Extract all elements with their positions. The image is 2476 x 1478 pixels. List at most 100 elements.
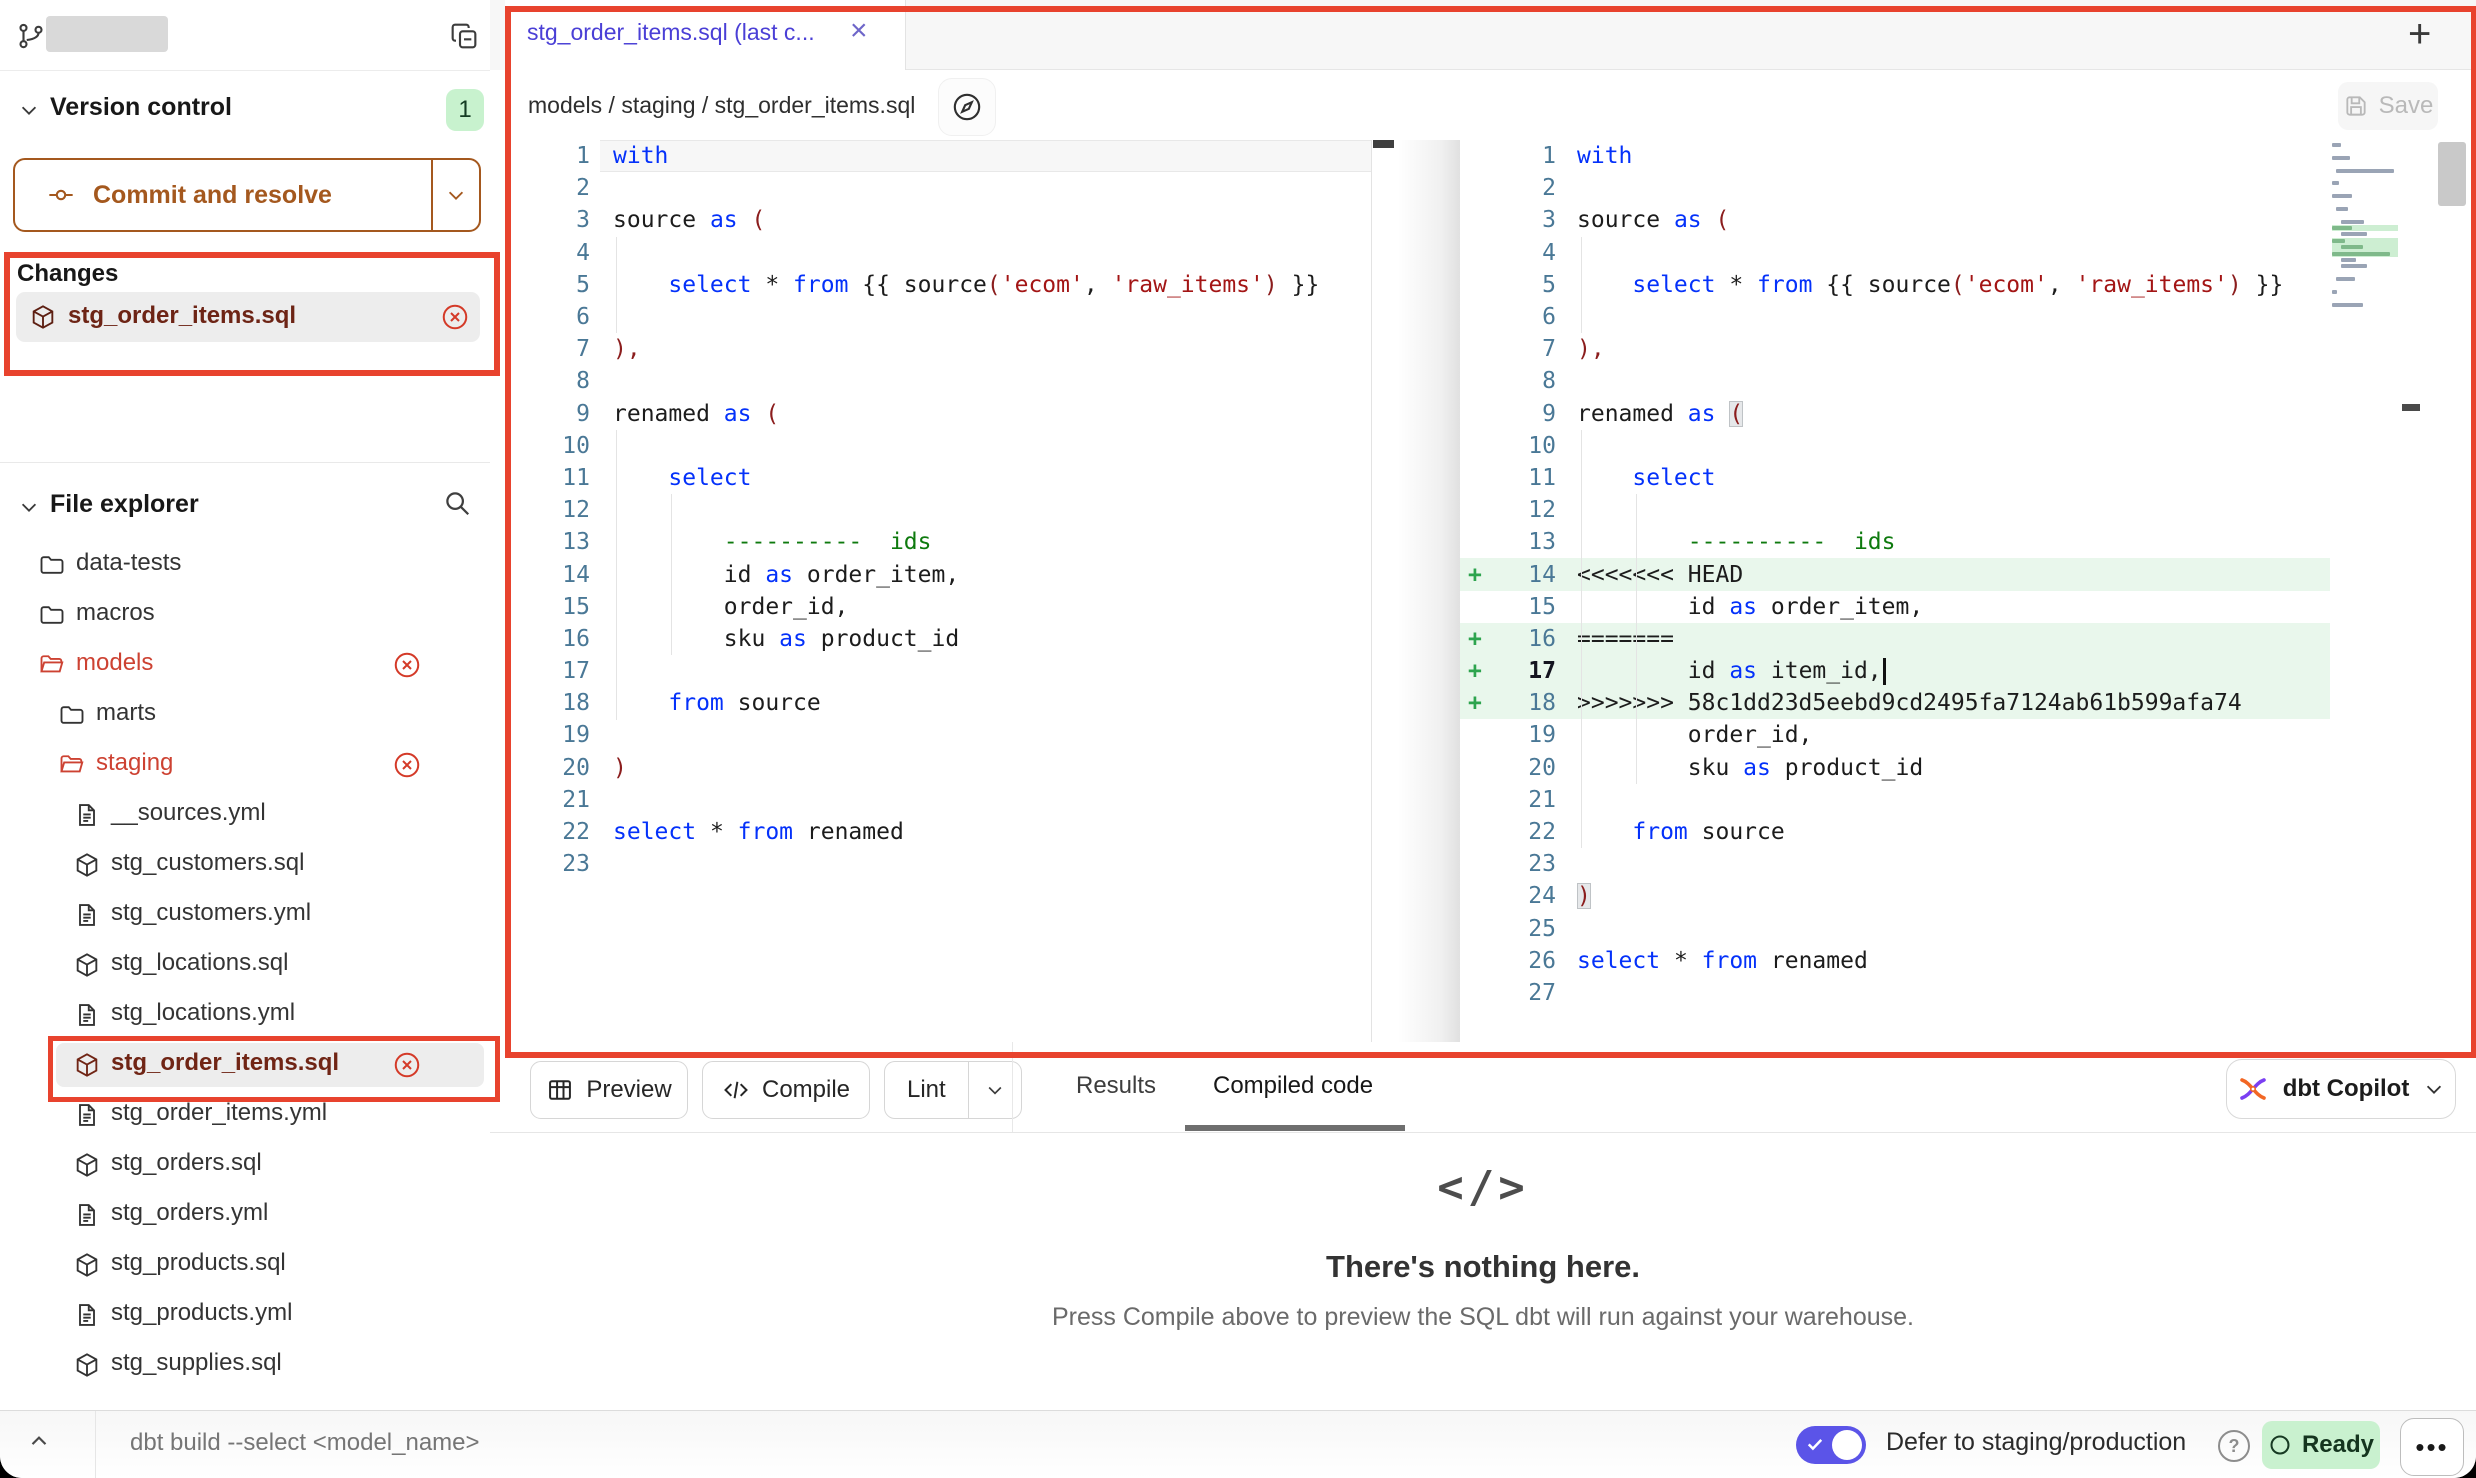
code-line-20[interactable]: 20) [505,752,1371,784]
code-line-3[interactable]: 3source as ( [1460,204,2330,236]
tab-stg-order-items[interactable]: stg_order_items.sql (last c... × [505,0,906,70]
code-line-18[interactable]: +18>>>>>>> 58c1dd23d5eebd9cd2495fa7124ab… [1460,687,2330,719]
lint-button[interactable]: Lint [885,1062,968,1118]
code-line-4[interactable]: 4 [1460,237,2330,269]
code-line-22[interactable]: 22select * from renamed [505,816,1371,848]
code-line-6[interactable]: 6 [505,301,1371,333]
right-pane-scrollbar[interactable] [2438,142,2466,206]
search-icon[interactable] [442,488,472,518]
ready-status-badge[interactable]: Ready [2262,1421,2380,1469]
code-line-23[interactable]: 23 [1460,848,2330,880]
code-line-9[interactable]: 9renamed as ( [505,398,1371,430]
code-line-8[interactable]: 8 [505,365,1371,397]
left-pane-scrollbar[interactable] [1373,140,1394,148]
discard-change-icon[interactable] [392,1050,422,1080]
code-line-6[interactable]: 6 [1460,301,2330,333]
code-line-12[interactable]: 12 [505,494,1371,526]
code-line-9[interactable]: 9renamed as ( [1460,398,2330,430]
tree-item-stg_customers.yml[interactable]: stg_customers.yml [0,890,490,940]
tree-item-marts[interactable]: marts [0,690,490,740]
compile-button[interactable]: Compile [702,1061,870,1119]
version-control-section-header[interactable]: Version control 1 [0,85,490,135]
tree-item-macros[interactable]: macros [0,590,490,640]
code-line-21[interactable]: 21 [505,784,1371,816]
tree-item-__sources.yml[interactable]: __sources.yml [0,790,490,840]
tree-item-stg_locations.sql[interactable]: stg_locations.sql [0,940,490,990]
code-line-13[interactable]: 13 ---------- ids [1460,526,2330,558]
commit-and-resolve-main[interactable]: Commit and resolve [15,160,431,230]
file-explorer-section-header[interactable]: File explorer [0,482,490,532]
code-line-17[interactable]: +17 id as item_id, [1460,655,2330,687]
code-line-15[interactable]: 15 order_id, [505,591,1371,623]
code-line-19[interactable]: 19 [505,719,1371,751]
tab-compiled-code[interactable]: Compiled code [1213,1072,1373,1100]
command-input[interactable]: dbt build --select <model_name> [130,1429,480,1457]
minimap[interactable] [2332,142,2398,315]
code-line-5[interactable]: 5 select * from {{ source('ecom', 'raw_i… [505,269,1371,301]
code-line-22[interactable]: 22 from source [1460,816,2330,848]
commit-and-resolve-button[interactable]: Commit and resolve [13,158,481,232]
tree-item-stg_locations.yml[interactable]: stg_locations.yml [0,990,490,1040]
discard-change-icon[interactable] [440,302,470,332]
tab-close-icon[interactable]: × [850,14,868,48]
code-line-11[interactable]: 11 select [505,462,1371,494]
code-line-2[interactable]: 2 [1460,172,2330,204]
lint-split-button[interactable]: Lint [884,1061,1022,1119]
code-line-4[interactable]: 4 [505,237,1371,269]
tree-item-stg_orders.sql[interactable]: stg_orders.sql [0,1140,490,1190]
discard-change-icon[interactable] [392,750,422,780]
tree-item-stg_order_items.sql[interactable]: stg_order_items.sql [0,1040,490,1090]
code-line-16[interactable]: 16 sku as product_id [505,623,1371,655]
code-line-7[interactable]: 7), [1460,333,2330,365]
help-icon[interactable]: ? [2218,1430,2250,1462]
diff-right-pane[interactable]: 1with23source as (45 select * from {{ so… [1460,140,2330,1042]
tree-item-data-tests[interactable]: data-tests [0,540,490,590]
dbt-copilot-button[interactable]: dbt Copilot [2226,1059,2456,1119]
collapse-chevron-icon[interactable] [26,1429,52,1455]
code-line-19[interactable]: 19 order_id, [1460,719,2330,751]
code-line-14[interactable]: 14 id as order_item, [505,558,1371,590]
code-line-2[interactable]: 2 [505,172,1371,204]
code-line-24[interactable]: 24) [1460,880,2330,912]
commit-options-dropdown[interactable] [431,160,479,230]
code-line-11[interactable]: 11 select [1460,462,2330,494]
new-tab-button[interactable]: + [2408,12,2431,57]
tree-item-staging[interactable]: staging [0,740,490,790]
code-line-23[interactable]: 23 [505,848,1371,880]
tree-item-models[interactable]: models [0,640,490,690]
code-line-16[interactable]: +16======= [1460,623,2330,655]
code-line-1[interactable]: 1with [1460,140,2330,172]
code-line-10[interactable]: 10 [505,430,1371,462]
tree-item-stg_customers.sql[interactable]: stg_customers.sql [0,840,490,890]
code-line-18[interactable]: 18 from source [505,687,1371,719]
code-line-15[interactable]: 15 id as order_item, [1460,591,2330,623]
tree-item-stg_products.yml[interactable]: stg_products.yml [0,1290,490,1340]
code-line-13[interactable]: 13 ---------- ids [505,526,1371,558]
chevron-down-icon[interactable] [18,99,40,121]
copy-icon[interactable] [448,20,480,52]
code-line-27[interactable]: 27 [1460,977,2330,1009]
tree-item-stg_products.sql[interactable]: stg_products.sql [0,1240,490,1290]
code-line-21[interactable]: 21 [1460,784,2330,816]
save-button[interactable]: Save [2338,82,2438,130]
tree-item-stg_supplies.sql[interactable]: stg_supplies.sql [0,1340,490,1390]
branch-name-redacted[interactable] [46,16,168,52]
code-line-3[interactable]: 3source as ( [505,204,1371,236]
changes-file-row[interactable]: stg_order_items.sql [16,292,480,342]
code-line-8[interactable]: 8 [1460,365,2330,397]
diff-left-pane[interactable]: 1with23source as (45 select * from {{ so… [505,140,1371,1042]
code-line-12[interactable]: 12 [1460,494,2330,526]
chevron-down-icon[interactable] [18,496,40,518]
defer-toggle[interactable] [1796,1426,1866,1464]
code-line-5[interactable]: 5 select * from {{ source('ecom', 'raw_i… [1460,269,2330,301]
more-options-button[interactable]: ••• [2400,1418,2464,1476]
tree-item-stg_orders.yml[interactable]: stg_orders.yml [0,1190,490,1240]
code-line-10[interactable]: 10 [1460,430,2330,462]
tree-item-stg_order_items.yml[interactable]: stg_order_items.yml [0,1090,490,1140]
code-line-20[interactable]: 20 sku as product_id [1460,752,2330,784]
code-line-26[interactable]: 26select * from renamed [1460,945,2330,977]
code-line-17[interactable]: 17 [505,655,1371,687]
code-line-7[interactable]: 7), [505,333,1371,365]
tab-results[interactable]: Results [1076,1072,1156,1100]
lineage-icon[interactable] [938,78,996,136]
